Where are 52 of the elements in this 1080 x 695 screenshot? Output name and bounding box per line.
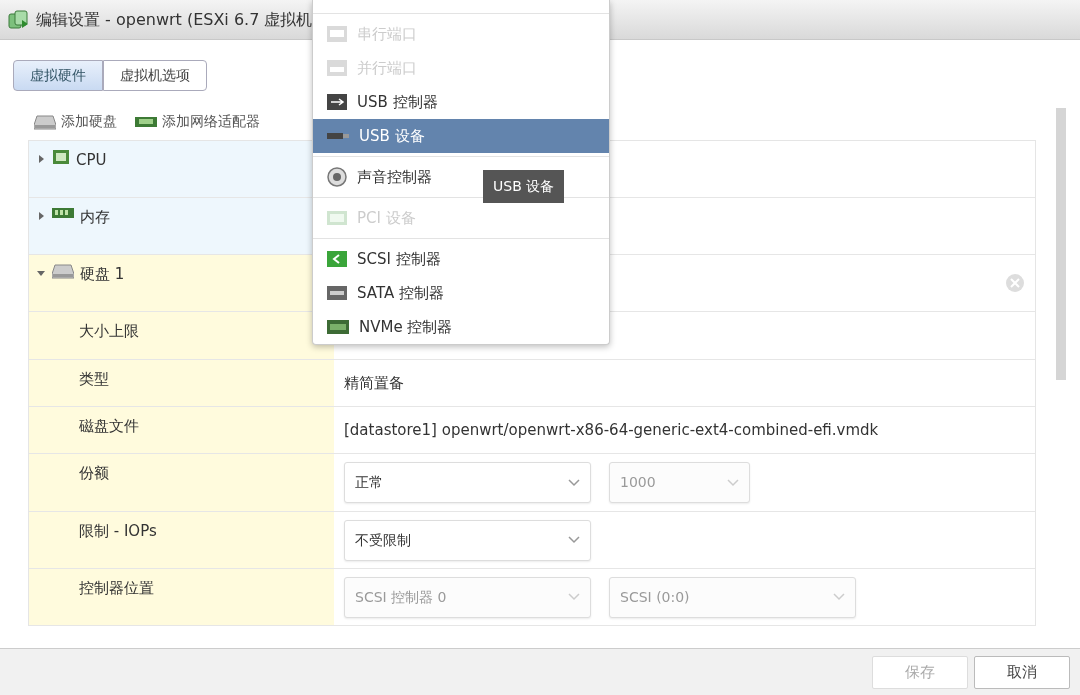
field-label: 限制 - IOPs: [79, 521, 157, 542]
toolbar-button[interactable]: 添加硬盘: [34, 111, 117, 132]
field-label: 类型: [79, 369, 109, 390]
dropdown-select: SCSI 控制器 0: [344, 576, 591, 618]
menu-item[interactable]: SCSI 控制器: [313, 242, 609, 276]
cancel-button[interactable]: 取消: [974, 655, 1070, 689]
controller-icon: [327, 250, 347, 268]
dropdown-select: 1000: [609, 462, 750, 503]
controller-icon: [327, 285, 347, 301]
virtual-machine-icon: [8, 9, 30, 30]
network-card-icon: [135, 115, 157, 128]
field-label: 内存: [80, 207, 110, 228]
window-title: 编辑设置 - openwrt (ESXi 6.7 虚拟机: [36, 8, 313, 31]
dropdown-select: SCSI (0:0): [609, 576, 856, 618]
expand-arrow-icon[interactable]: [37, 212, 46, 221]
menu-item[interactable]: USB 设备: [313, 119, 609, 153]
chevron-down-icon: [727, 478, 739, 487]
menu-item[interactable]: NVMe 控制器: [313, 310, 609, 344]
field-label: 大小上限: [79, 321, 139, 342]
tab[interactable]: 虚拟硬件: [13, 60, 103, 91]
tab[interactable]: 虚拟机选项: [103, 60, 207, 91]
expand-arrow-icon[interactable]: [37, 155, 46, 164]
speaker-icon: [327, 167, 347, 187]
dropdown-select[interactable]: 正常: [344, 462, 591, 503]
controller-icon: [327, 319, 349, 335]
menu-item[interactable]: SATA 控制器: [313, 276, 609, 310]
dropdown-select[interactable]: 不受限制: [344, 519, 591, 561]
memory-module-icon: [52, 206, 74, 220]
tooltip: USB 设备: [483, 170, 565, 203]
toolbar-button[interactable]: 添加网络适配器: [135, 111, 260, 132]
usb-icon: [327, 93, 347, 111]
usb-stick-icon: [327, 131, 349, 141]
port-icon: [327, 25, 347, 43]
chevron-down-icon: [568, 593, 580, 601]
menu-item[interactable]: USB 控制器: [313, 85, 609, 119]
chevron-down-icon: [568, 478, 580, 487]
field-value: 精简置备: [344, 372, 404, 394]
scrollbar-thumb[interactable]: [1056, 108, 1066, 380]
chip-icon: [52, 149, 70, 165]
hard-drive-icon: [52, 263, 74, 279]
field-label: 磁盘文件: [79, 416, 139, 437]
hard-drive-icon: [34, 113, 56, 130]
chevron-down-icon: [833, 593, 845, 601]
field-value: [datastore1] openwrt/openwrt-x86-64-generic-ext4-combined-efi.vmdk: [344, 419, 879, 441]
card-icon: [327, 209, 347, 227]
field-label: CPU: [76, 150, 107, 171]
chevron-down-icon: [568, 536, 580, 544]
collapse-arrow-icon[interactable]: [37, 269, 46, 278]
port-icon: [327, 59, 347, 77]
field-label: 硬盘 1: [80, 264, 125, 285]
field-label: 份额: [79, 463, 109, 484]
field-label: 控制器位置: [79, 578, 154, 599]
